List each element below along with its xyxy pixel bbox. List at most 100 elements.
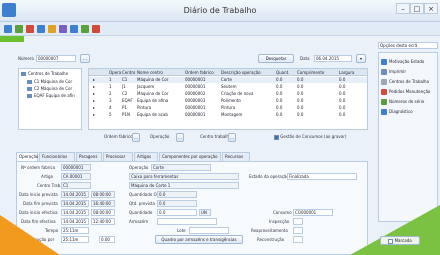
table-cell: 0.0 — [339, 105, 346, 110]
search-icon[interactable] — [48, 25, 56, 33]
cancel-icon[interactable] — [92, 25, 100, 33]
side-item-imprimir[interactable]: Imprimir — [381, 67, 406, 76]
consumo-field[interactable]: CO000001 — [293, 209, 333, 216]
side-item-diagnostico[interactable]: Diagnóstico — [381, 107, 413, 116]
armazens-button[interactable]: Quadro por armazéns e transigências — [155, 235, 243, 244]
column-header[interactable]: Largura — [339, 70, 354, 75]
marcada-button[interactable]: Marcada — [380, 236, 420, 245]
table-row[interactable]: ▸ 4 P1 Pintura 00000001 Pintura 0.0 0.0 0.0 — [89, 105, 367, 111]
of-field[interactable]: 00000001 — [61, 164, 91, 171]
inspeccao-field[interactable] — [293, 218, 303, 225]
operacao-filter-button[interactable]: … — [176, 133, 184, 142]
title-bar: Diário de Trabalho – □ × — [0, 0, 440, 22]
app-window: Diário de Trabalho – □ × Número 00000007… — [0, 0, 440, 255]
quantidade-field[interactable]: 0.0 — [157, 209, 197, 216]
tab-paragens[interactable]: Paragens — [76, 152, 102, 161]
side-item-motivacao[interactable]: Motivação Estado — [381, 57, 424, 66]
reaproveitamento-field[interactable] — [293, 227, 303, 234]
table-cell: 2 — [109, 91, 112, 96]
table-row[interactable]: ▸ 1 J1 Jacquem 00000001 Seutem 0.0 0.0 0.0 — [89, 84, 367, 90]
table-cell: Máquina de Cor — [137, 91, 169, 96]
side-item-numeros-serie[interactable]: Números de série — [381, 97, 424, 106]
qtd-op-field[interactable]: 0.0 — [157, 191, 197, 198]
numero-lookup-button[interactable]: … — [80, 54, 90, 63]
estado-select[interactable]: Finalizada — [287, 173, 357, 180]
numero-field[interactable]: 00000007 — [36, 55, 76, 62]
centro-field[interactable]: C1 — [61, 182, 91, 189]
tab-componentes[interactable]: Componentes por operação — [159, 152, 221, 161]
table-cell: 1 — [109, 77, 112, 82]
tree-item[interactable]: C2 Máquina de Cor — [27, 86, 72, 92]
column-header[interactable]: Quant. — [276, 70, 290, 75]
data-inicio-field[interactable]: 14.04.2015 — [61, 191, 89, 198]
desquetar-button[interactable]: Desquetar — [258, 54, 294, 63]
hora-fim-efectiva-field[interactable]: 12:40:00 — [91, 218, 115, 225]
close-button[interactable]: × — [424, 3, 438, 14]
table-row[interactable]: ▸ 3 EQAF Equipa de afina 00000003 Polimento 0.… — [89, 98, 367, 104]
centro-filter-button[interactable]: … — [228, 133, 236, 142]
calendar-button[interactable]: ▾ — [356, 54, 366, 63]
new-icon[interactable] — [4, 25, 12, 33]
maximize-button[interactable]: □ — [410, 3, 424, 14]
tempo-field[interactable]: 25:11m — [61, 227, 89, 234]
tree-root[interactable]: Centros de Trabalho — [21, 71, 68, 77]
filter-icon[interactable] — [59, 25, 67, 33]
armazem-field[interactable] — [157, 218, 217, 225]
gestao-consumos-checkbox[interactable]: Gestão de Consumos (ao gravar) — [274, 134, 346, 140]
ordem-fabrico-button[interactable]: … — [132, 133, 140, 142]
column-header[interactable]: Centro — [122, 70, 135, 75]
tree-item[interactable]: C1 Máquina de Cor — [27, 79, 72, 85]
tab-recursos[interactable]: Recursos — [222, 152, 250, 161]
decorative-stripe — [0, 36, 24, 42]
side-item-manutencao[interactable]: Pedidos Manutenção — [381, 87, 430, 96]
fim-efectivo-field[interactable]: 14.04.2015 — [61, 218, 89, 225]
export-icon[interactable] — [81, 25, 89, 33]
table-cell: 00000002 — [185, 91, 206, 96]
operacao-field[interactable]: Corte — [151, 164, 211, 171]
column-header[interactable]: Comprimento — [297, 70, 324, 75]
tree-item[interactable]: EQAF Equipa de afin — [27, 93, 75, 99]
reconstrucao-field[interactable] — [293, 236, 303, 243]
delete-icon[interactable] — [26, 25, 34, 33]
column-header[interactable]: Ordem fabrico — [185, 70, 214, 75]
artigo-field[interactable]: CA.00001 — [61, 173, 91, 180]
execucao-field[interactable]: 25:11m — [61, 236, 89, 243]
table-row[interactable]: ▸ 2 C2 Máquina de Cor 00000002 Criação de nov… — [89, 91, 367, 97]
hora-inicio-field[interactable]: 08:00:00 — [91, 191, 115, 198]
row-marker-icon: ▸ — [93, 112, 96, 117]
side-item-centros[interactable]: Centros de Trabalho — [381, 77, 429, 86]
maintenance-icon — [381, 89, 387, 95]
decorative-corner — [350, 205, 440, 255]
of-label: Nº ordem fabrico — [21, 165, 56, 170]
table-cell: 0.0 — [276, 77, 283, 82]
table-row[interactable]: ▸ 1 C1 Máquina de Cor 00000001 Corte 0.0 0.0 0.0 — [89, 77, 367, 83]
data-field[interactable]: 06.04.2015 — [314, 55, 352, 62]
screen-options-select[interactable]: Opções desta ecrã — [378, 42, 438, 49]
qtd-prevista-field[interactable]: 0.0 — [157, 200, 197, 207]
column-header[interactable]: Descrição operação — [221, 70, 261, 75]
tab-processar[interactable]: Processar — [103, 152, 133, 161]
inicio-efectivo-field[interactable]: 14.04.2015 — [61, 209, 89, 216]
refresh-icon[interactable] — [70, 25, 78, 33]
lote-field[interactable] — [189, 227, 229, 234]
column-header[interactable]: Opera — [109, 70, 121, 75]
tree-root-label: Centros de Trabalho — [28, 71, 69, 76]
hora-inicio-efectiva-field[interactable]: 08:00:00 — [91, 209, 115, 216]
centro-label: Centro Trab. — [37, 183, 62, 188]
grid-header: Opera Centro Nome centro Ordem fabrico D… — [89, 69, 367, 76]
table-cell: 0.0 — [297, 105, 304, 110]
data-fim-field[interactable]: 14.04.2015 — [61, 200, 89, 207]
save-icon[interactable] — [15, 25, 23, 33]
minimize-button[interactable]: – — [396, 3, 410, 14]
status-icon — [381, 59, 387, 65]
tab-artigos[interactable]: Artigos — [134, 152, 158, 161]
percentagem-field[interactable]: 0.00 — [99, 236, 115, 243]
table-cell: Seutem — [221, 84, 237, 89]
column-header[interactable]: Nome centro — [137, 70, 163, 75]
print-icon[interactable] — [37, 25, 45, 33]
table-row[interactable]: ▸ 5 P1N Equipa de acab 00000001 Montagem 0.0 0.… — [89, 112, 367, 118]
hora-fim-field[interactable]: 16:40:00 — [91, 200, 115, 207]
tab-operacao[interactable]: Operação — [16, 152, 38, 161]
row-marker-icon: ▸ — [93, 105, 96, 110]
tab-funcionarios[interactable]: Funcionários — [39, 152, 75, 161]
